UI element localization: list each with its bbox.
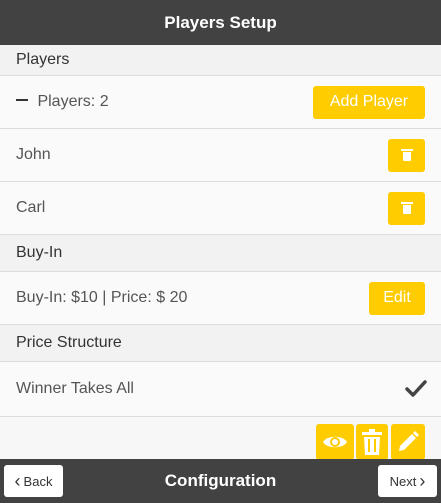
- delete-player-button[interactable]: [388, 191, 425, 225]
- section-title: Price Structure: [16, 334, 122, 351]
- section-header-price-structure: Price Structure: [0, 325, 441, 362]
- trash-icon: [362, 429, 382, 455]
- trash-icon: [400, 149, 413, 161]
- edit-label: Edit: [383, 289, 411, 306]
- list-item: Carl: [0, 182, 441, 235]
- players-count-label: Players: 2: [37, 93, 109, 110]
- buyin-text: Buy-In: $10 | Price: $ 20: [16, 289, 188, 306]
- add-player-label: Add Player: [329, 93, 409, 110]
- player-name: John: [16, 146, 51, 163]
- chevron-right-icon: ›: [419, 470, 426, 491]
- add-player-button[interactable]: Add Player: [313, 85, 425, 119]
- next-button[interactable]: Next ›: [377, 465, 437, 497]
- back-button[interactable]: ‹ Back: [4, 465, 63, 497]
- delete-button[interactable]: [356, 424, 388, 460]
- pencil-icon: [399, 431, 419, 451]
- players-count[interactable]: Players: 2: [16, 93, 109, 111]
- list-item: John: [0, 129, 441, 182]
- buyin-row: Buy-In: $10 | Price: $ 20 Edit: [0, 272, 441, 325]
- section-title: Buy-In: [16, 244, 63, 261]
- section-header-buyin: Buy-In: [0, 235, 441, 272]
- eye-icon: [323, 436, 347, 448]
- back-label: Back: [23, 473, 53, 489]
- chevron-left-icon: ‹: [14, 470, 21, 491]
- action-bar: [0, 417, 441, 460]
- section-title: Players: [16, 51, 70, 68]
- player-name: Carl: [16, 199, 46, 216]
- top-bar: Players Setup: [0, 0, 441, 45]
- edit-button[interactable]: [391, 424, 425, 460]
- trash-icon: [400, 202, 413, 214]
- next-label: Next: [389, 473, 417, 489]
- price-structure-label: Winner Takes All: [16, 380, 134, 397]
- page-title: Players Setup: [164, 12, 277, 32]
- edit-buyin-button[interactable]: Edit: [369, 281, 425, 315]
- footer-title: Configuration: [164, 471, 277, 490]
- section-header-players: Players: [0, 45, 441, 76]
- players-count-row: Players: 2 Add Player: [0, 76, 441, 129]
- collapse-icon[interactable]: [16, 98, 28, 101]
- view-button[interactable]: [316, 424, 354, 460]
- bottom-bar: ‹ Back Configuration Next ›: [0, 459, 441, 503]
- delete-player-button[interactable]: [388, 138, 425, 172]
- price-structure-option[interactable]: Winner Takes All: [0, 362, 441, 417]
- checkmark-icon: [405, 380, 427, 397]
